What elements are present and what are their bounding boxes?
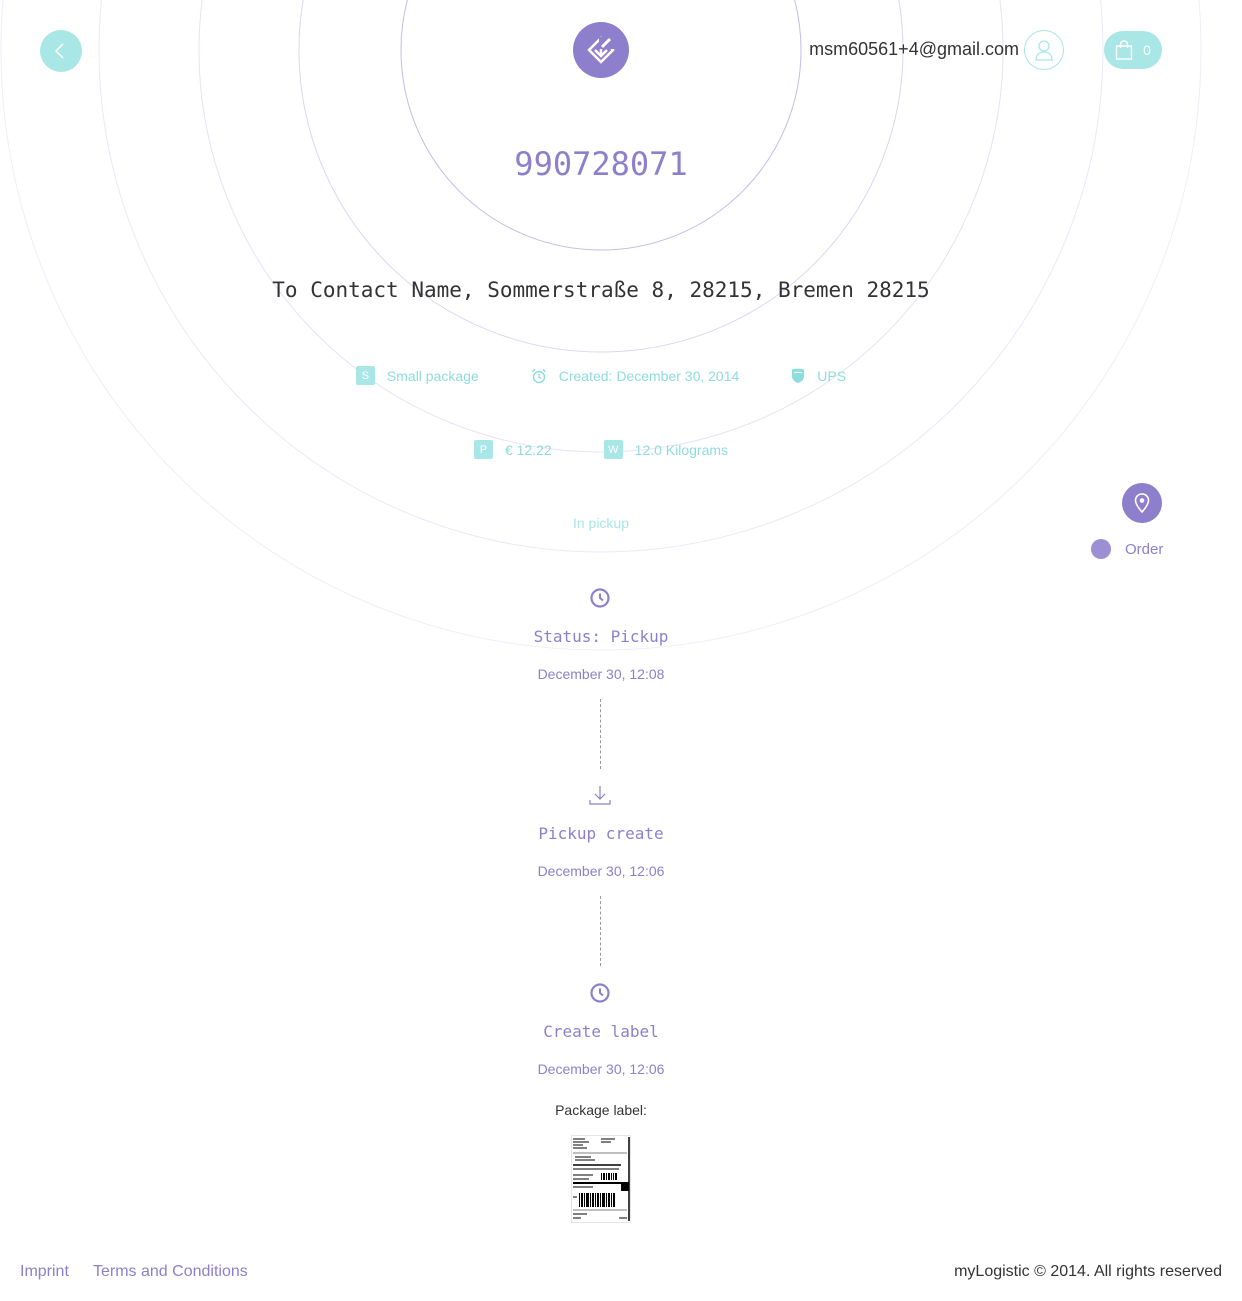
logo[interactable]: [573, 22, 629, 78]
weight-badge: W: [603, 440, 623, 459]
package-label-caption: Package label:: [555, 1102, 647, 1118]
timeline-connector: [600, 896, 601, 966]
weight-label: 12.0 Kilograms: [634, 441, 729, 458]
page: msm60561+4@gmail.com 0 990728071 To Cont…: [0, 0, 1242, 1301]
carrier: UPS: [791, 368, 846, 384]
timeline-event-date: December 30, 12:06: [537, 1061, 665, 1077]
copyright-text: myLogistic © 2014. All rights reserved: [954, 1263, 1222, 1280]
order-legend-dot: [1091, 539, 1111, 559]
back-button[interactable]: [40, 30, 82, 72]
shopping-bag-icon: [1115, 40, 1133, 60]
weight: W 12.0 Kilograms: [603, 440, 729, 459]
timeline-connector: [600, 699, 601, 769]
user-profile-button[interactable]: [1024, 30, 1064, 70]
timeline-event-date: December 30, 12:06: [537, 863, 665, 879]
imprint-link[interactable]: Imprint: [20, 1263, 69, 1281]
shipment-status: In pickup: [572, 515, 630, 531]
alarm-clock-icon: [531, 368, 546, 383]
timeline-event-title: Pickup create: [538, 824, 664, 843]
package-type: S Small package: [355, 366, 479, 385]
package-label-thumbnail[interactable]: [571, 1135, 631, 1223]
location-pin-button[interactable]: [1122, 483, 1162, 523]
clock-icon: [590, 983, 610, 1003]
ups-shield-icon: [792, 368, 805, 383]
order-legend-label: Order: [1125, 540, 1164, 558]
package-size-badge: S: [355, 366, 375, 385]
shipment-address: To Contact Name, Sommerstraße 8, 28215, …: [272, 278, 930, 302]
cart-count: 0: [1143, 42, 1151, 58]
timeline-event-title: Status: Pickup: [533, 627, 669, 646]
price-label: € 12.22: [504, 441, 552, 458]
shipment-cost-row: P € 12.22 W 12.0 Kilograms: [0, 440, 1202, 459]
clock-icon: [590, 588, 610, 608]
shipment-details-row: S Small package Created: December 30, 20…: [0, 366, 1202, 385]
terms-link[interactable]: Terms and Conditions: [93, 1263, 248, 1281]
price-badge: P: [473, 440, 493, 459]
carrier-label: UPS: [817, 367, 847, 384]
cart-button[interactable]: 0: [1104, 31, 1162, 69]
download-diamond-logo-icon: [587, 36, 615, 64]
chevron-left-icon: [54, 43, 64, 59]
price: P € 12.22: [473, 440, 552, 459]
user-email[interactable]: msm60561+4@gmail.com: [809, 39, 1019, 60]
tracking-number: 990728071: [514, 145, 688, 183]
timeline-event-date: December 30, 12:08: [537, 666, 665, 682]
package-type-label: Small package: [386, 367, 479, 384]
location-pin-icon: [1134, 493, 1150, 513]
download-arrow-icon: [589, 786, 611, 805]
created-date: Created: December 30, 2014: [531, 367, 740, 384]
timeline-event-title: Create label: [543, 1022, 659, 1041]
map-legend: Order: [1091, 539, 1163, 559]
created-date-label: Created: December 30, 2014: [558, 367, 740, 384]
user-icon: [1035, 40, 1053, 61]
